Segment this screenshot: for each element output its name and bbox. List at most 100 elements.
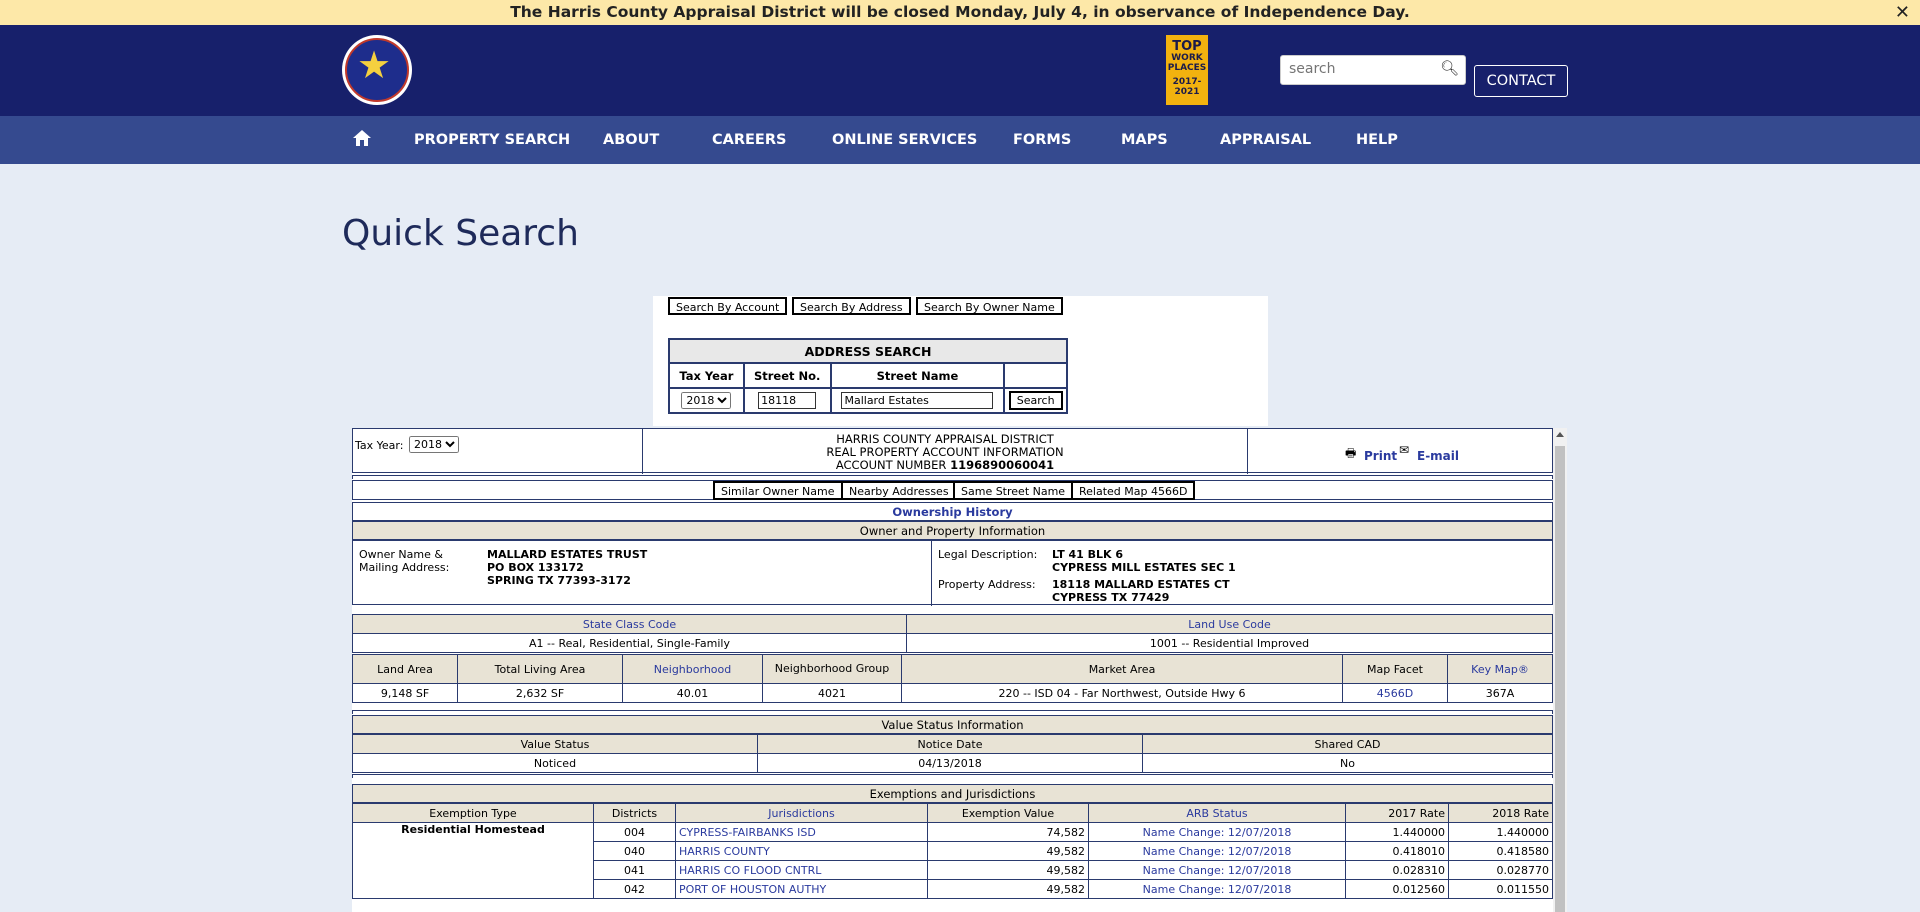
similar-owner-button[interactable]: Similar Owner Name bbox=[713, 481, 843, 500]
land-area-value: 9,148 SF bbox=[352, 683, 458, 703]
site-header: ★ TOP WORK PLACES 2017-2021 🔍︎ CONTACT bbox=[0, 25, 1920, 116]
districts-col: Districts bbox=[593, 803, 676, 823]
living-area-header: Total Living Area bbox=[457, 654, 623, 684]
owner-section-header: Owner and Property Information bbox=[352, 521, 1553, 540]
site-search-box: 🔍︎ bbox=[1280, 55, 1466, 85]
map-facet-link[interactable]: 4566D bbox=[1342, 683, 1448, 703]
site-search-input[interactable] bbox=[1281, 56, 1447, 82]
rate-2018-col: 2018 Rate bbox=[1448, 803, 1553, 823]
account-tax-year-select[interactable]: 2018 bbox=[409, 436, 459, 453]
nearby-addresses-button[interactable]: Nearby Addresses bbox=[841, 481, 957, 500]
arb-status-link[interactable]: Name Change: 12/07/2018 bbox=[1088, 860, 1346, 880]
property-address-label: Property Address: bbox=[938, 578, 1036, 591]
legal-description-label: Legal Description: bbox=[938, 548, 1038, 561]
account-detail-panel: Tax Year: 2018 HARRIS COUNTY APPRAISAL D… bbox=[352, 428, 1553, 912]
land-area-header: Land Area bbox=[352, 654, 458, 684]
nav-help[interactable]: HELP bbox=[1356, 116, 1398, 164]
neighborhood-group-value: 4021 bbox=[762, 683, 902, 703]
scroll-up-arrow-icon[interactable] bbox=[1556, 432, 1564, 437]
jurisdiction-link[interactable]: PORT OF HOUSTON AUTHY bbox=[675, 879, 928, 899]
exemption-type-value: Residential Homestead bbox=[352, 822, 594, 899]
arb-status-link[interactable]: Name Change: 12/07/2018 bbox=[1088, 841, 1346, 861]
neighborhood-value: 40.01 bbox=[622, 683, 763, 703]
address-search-table: ADDRESS SEARCH Tax Year Street No. Stree… bbox=[668, 338, 1068, 414]
page-title: Quick Search bbox=[342, 213, 579, 254]
top-workplaces-badge: TOP WORK PLACES 2017-2021 bbox=[1166, 35, 1208, 105]
street-name-input[interactable] bbox=[841, 392, 994, 409]
search-by-owner-button[interactable]: Search By Owner Name bbox=[916, 297, 1063, 315]
value-status-col: Value Status bbox=[352, 734, 758, 754]
map-facet-header: Map Facet bbox=[1342, 654, 1448, 684]
nav-about[interactable]: ABOUT bbox=[603, 116, 659, 164]
email-link[interactable]: E-mail bbox=[1417, 449, 1459, 463]
ownership-history-link[interactable]: Ownership History bbox=[892, 505, 1012, 519]
notice-date-col: Notice Date bbox=[757, 734, 1143, 754]
nav-forms[interactable]: FORMS bbox=[1013, 116, 1071, 164]
class-code-table: State Class Code Land Use Code A1 -- Rea… bbox=[352, 614, 1553, 653]
exemption-type-col: Exemption Type bbox=[352, 803, 594, 823]
search-by-account-button[interactable]: Search By Account bbox=[668, 297, 788, 315]
street-no-input[interactable] bbox=[758, 392, 817, 409]
account-number: 1196890060041 bbox=[950, 458, 1055, 472]
legal-description-value: LT 41 BLK 6 CYPRESS MILL ESTATES SEC 1 bbox=[1052, 548, 1236, 574]
arb-status-link[interactable]: Name Change: 12/07/2018 bbox=[1088, 879, 1346, 899]
scrollbar-thumb[interactable] bbox=[1555, 446, 1565, 912]
land-use-code-header[interactable]: Land Use Code bbox=[906, 614, 1553, 634]
neighborhood-group-header: Neighborhood Group bbox=[762, 654, 902, 684]
hcad-seal-logo[interactable]: ★ bbox=[342, 35, 412, 105]
living-area-value: 2,632 SF bbox=[457, 683, 623, 703]
arb-status-link[interactable]: Name Change: 12/07/2018 bbox=[1088, 822, 1346, 842]
exemptions-header: Exemptions and Jurisdictions bbox=[352, 784, 1553, 803]
close-icon[interactable]: ✕ bbox=[1895, 0, 1910, 25]
nav-property-search[interactable]: PROPERTY SEARCH bbox=[414, 116, 570, 164]
nav-online-services[interactable]: ONLINE SERVICES bbox=[832, 116, 977, 164]
nav-careers[interactable]: CAREERS bbox=[712, 116, 786, 164]
related-buttons-row: Similar Owner Name Nearby Addresses Same… bbox=[352, 480, 1553, 500]
value-status-value: Noticed bbox=[352, 753, 758, 773]
key-map-header[interactable]: Key Map® bbox=[1447, 654, 1553, 684]
scrollbar[interactable] bbox=[1553, 428, 1567, 912]
neighborhood-header[interactable]: Neighborhood bbox=[622, 654, 763, 684]
arb-status-col[interactable]: ARB Status bbox=[1088, 803, 1346, 823]
search-icon[interactable]: 🔍︎ bbox=[1440, 59, 1459, 77]
printer-icon[interactable]: 🖶︎ bbox=[1345, 444, 1356, 465]
jurisdictions-col[interactable]: Jurisdictions bbox=[675, 803, 928, 823]
value-status-header: Value Status Information bbox=[352, 715, 1553, 734]
address-search-title: ADDRESS SEARCH bbox=[668, 338, 1068, 364]
main-nav: PROPERTY SEARCH ABOUT CAREERS ONLINE SER… bbox=[0, 116, 1920, 164]
table-row: Residential Homestead 004 CYPRESS-FAIRBA… bbox=[352, 822, 1553, 899]
tax-year-label: Tax Year: bbox=[355, 439, 404, 452]
street-no-header: Street No. bbox=[742, 362, 832, 389]
key-map-value: 367A bbox=[1447, 683, 1553, 703]
owner-mailing-address: MALLARD ESTATES TRUST PO BOX 133172 SPRI… bbox=[487, 548, 648, 587]
rate-2017-col: 2017 Rate bbox=[1345, 803, 1449, 823]
related-map-button[interactable]: Related Map 4566D bbox=[1071, 481, 1196, 500]
closure-alert-banner: The Harris County Appraisal District wil… bbox=[0, 0, 1920, 25]
exemptions-table: Exemption Type Districts Jurisdictions E… bbox=[352, 803, 1553, 899]
street-name-header: Street Name bbox=[829, 362, 1006, 389]
search-by-address-button[interactable]: Search By Address bbox=[792, 297, 911, 315]
email-icon[interactable]: ✉︎ bbox=[1399, 443, 1409, 457]
jurisdiction-link[interactable]: CYPRESS-FAIRBANKS ISD bbox=[675, 822, 928, 842]
address-tax-year-select[interactable]: 2018 bbox=[681, 392, 732, 409]
jurisdiction-link[interactable]: HARRIS CO FLOOD CNTRL bbox=[675, 860, 928, 880]
shared-cad-col: Shared CAD bbox=[1142, 734, 1553, 754]
state-class-code-header[interactable]: State Class Code bbox=[352, 614, 907, 634]
same-street-button[interactable]: Same Street Name bbox=[953, 481, 1074, 500]
closure-alert-text: The Harris County Appraisal District wil… bbox=[510, 3, 1410, 21]
land-info-table: Land Area Total Living Area Neighborhood… bbox=[352, 654, 1553, 703]
address-search-button[interactable]: Search bbox=[1008, 391, 1063, 410]
account-title: HARRIS COUNTY APPRAISAL DISTRICT REAL PR… bbox=[826, 432, 1064, 472]
contact-button[interactable]: CONTACT bbox=[1474, 65, 1568, 97]
value-status-table: Value Status Notice Date Shared CAD Noti… bbox=[352, 734, 1553, 773]
notice-date-value: 04/13/2018 bbox=[757, 753, 1143, 773]
tax-year-header: Tax Year bbox=[668, 362, 745, 389]
home-icon[interactable] bbox=[352, 128, 372, 148]
jurisdiction-link[interactable]: HARRIS COUNTY bbox=[675, 841, 928, 861]
nav-maps[interactable]: MAPS bbox=[1121, 116, 1168, 164]
print-link[interactable]: Print bbox=[1364, 449, 1397, 463]
owner-property-info: Owner Name & Mailing Address: MALLARD ES… bbox=[352, 540, 1553, 606]
nav-appraisal[interactable]: APPRAISAL bbox=[1220, 116, 1311, 164]
market-area-value: 220 -- ISD 04 - Far Northwest, Outside H… bbox=[901, 683, 1343, 703]
owner-label: Owner Name & Mailing Address: bbox=[359, 548, 450, 574]
